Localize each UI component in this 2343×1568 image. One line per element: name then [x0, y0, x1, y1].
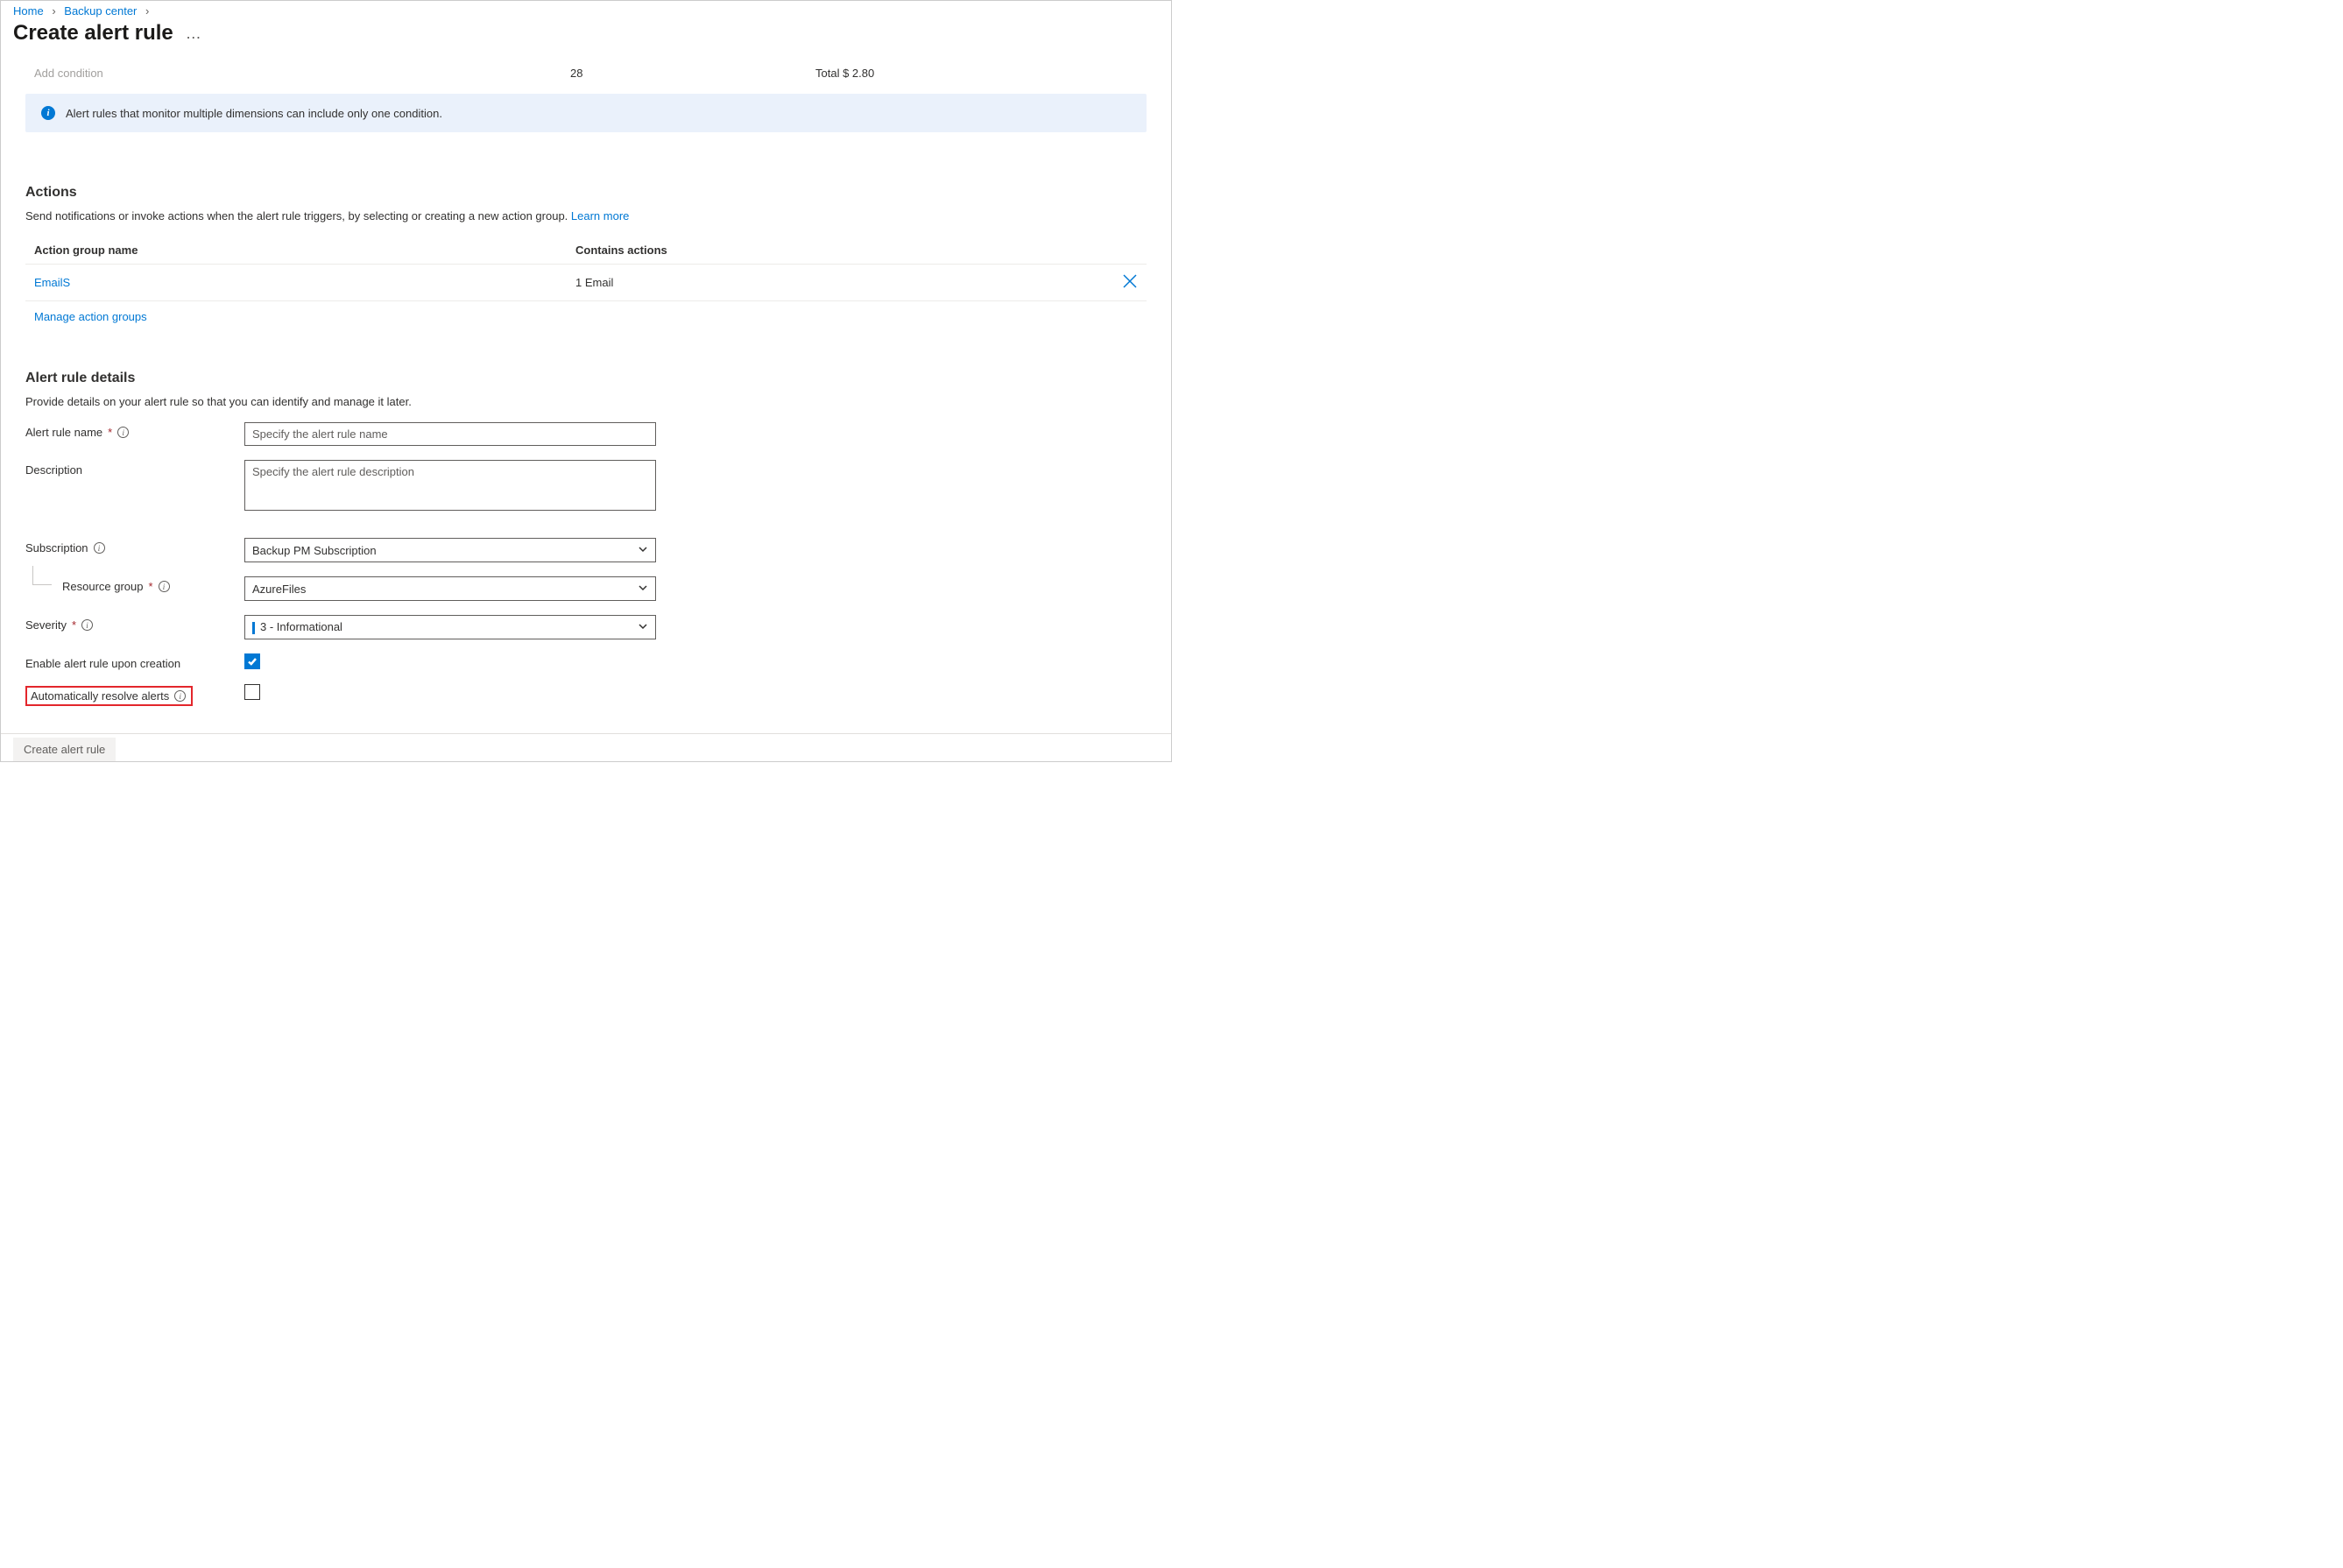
details-section-title: Alert rule details	[25, 371, 1147, 386]
remove-action-group-button[interactable]	[1122, 279, 1138, 292]
subscription-select[interactable]: Backup PM Subscription	[244, 538, 656, 562]
action-group-name-link[interactable]: EmailS	[34, 276, 70, 289]
action-group-row: EmailS 1 Email	[25, 265, 1147, 301]
severity-label: Severity * i	[25, 615, 244, 632]
info-icon[interactable]: i	[174, 690, 186, 702]
col-header-name: Action group name	[34, 244, 575, 257]
auto-resolve-label: Automatically resolve alerts	[31, 689, 169, 703]
chevron-down-icon	[638, 583, 648, 596]
description-input[interactable]	[244, 460, 656, 511]
add-condition-text[interactable]: Add condition	[34, 67, 570, 80]
auto-resolve-highlight: Automatically resolve alerts i	[25, 686, 193, 706]
chevron-down-icon	[638, 544, 648, 557]
info-icon[interactable]: i	[81, 619, 93, 631]
resource-group-select[interactable]: AzureFiles	[244, 576, 656, 601]
learn-more-link[interactable]: Learn more	[571, 209, 629, 222]
actions-section-title: Actions	[25, 185, 1147, 201]
condition-summary-row: Add condition 28 Total $ 2.80	[25, 60, 1147, 94]
resource-group-label: Resource group * i	[25, 576, 244, 593]
page-title: Create alert rule	[13, 21, 173, 46]
breadcrumb-home[interactable]: Home	[13, 4, 44, 18]
condition-total: Total $ 2.80	[815, 67, 874, 80]
severity-badge	[252, 622, 255, 634]
severity-select[interactable]: 3 - Informational	[244, 615, 656, 639]
chevron-down-icon	[638, 621, 648, 634]
condition-count: 28	[570, 67, 815, 80]
enable-rule-label: Enable alert rule upon creation	[25, 653, 244, 670]
chevron-right-icon: ›	[52, 4, 55, 18]
description-label: Description	[25, 460, 244, 477]
info-icon[interactable]: i	[94, 542, 105, 554]
tree-elbow-icon	[32, 566, 52, 585]
enable-rule-checkbox[interactable]	[244, 653, 260, 669]
info-banner-text: Alert rules that monitor multiple dimens…	[66, 107, 442, 120]
manage-action-groups-link[interactable]: Manage action groups	[34, 310, 147, 323]
alert-rule-name-label: Alert rule name * i	[25, 422, 244, 439]
more-actions-button[interactable]: …	[186, 25, 202, 41]
info-icon: i	[41, 106, 55, 120]
info-icon[interactable]: i	[117, 427, 129, 438]
footer-bar: Create alert rule	[1, 733, 1171, 761]
col-header-contains: Contains actions	[575, 244, 1113, 257]
action-groups-table: Action group name Contains actions Email…	[25, 237, 1147, 323]
create-alert-rule-button[interactable]: Create alert rule	[13, 738, 116, 761]
subscription-label: Subscription i	[25, 538, 244, 554]
auto-resolve-checkbox[interactable]	[244, 684, 260, 700]
breadcrumb: Home › Backup center ›	[1, 1, 1171, 18]
alert-rule-name-input[interactable]	[244, 422, 656, 446]
action-group-contains: 1 Email	[575, 276, 1113, 289]
breadcrumb-backup-center[interactable]: Backup center	[64, 4, 137, 18]
info-banner: i Alert rules that monitor multiple dime…	[25, 94, 1147, 132]
details-section-desc: Provide details on your alert rule so th…	[25, 395, 1147, 408]
info-icon[interactable]: i	[159, 581, 170, 592]
actions-section-desc: Send notifications or invoke actions whe…	[25, 209, 1147, 222]
chevron-right-icon: ›	[145, 4, 149, 18]
